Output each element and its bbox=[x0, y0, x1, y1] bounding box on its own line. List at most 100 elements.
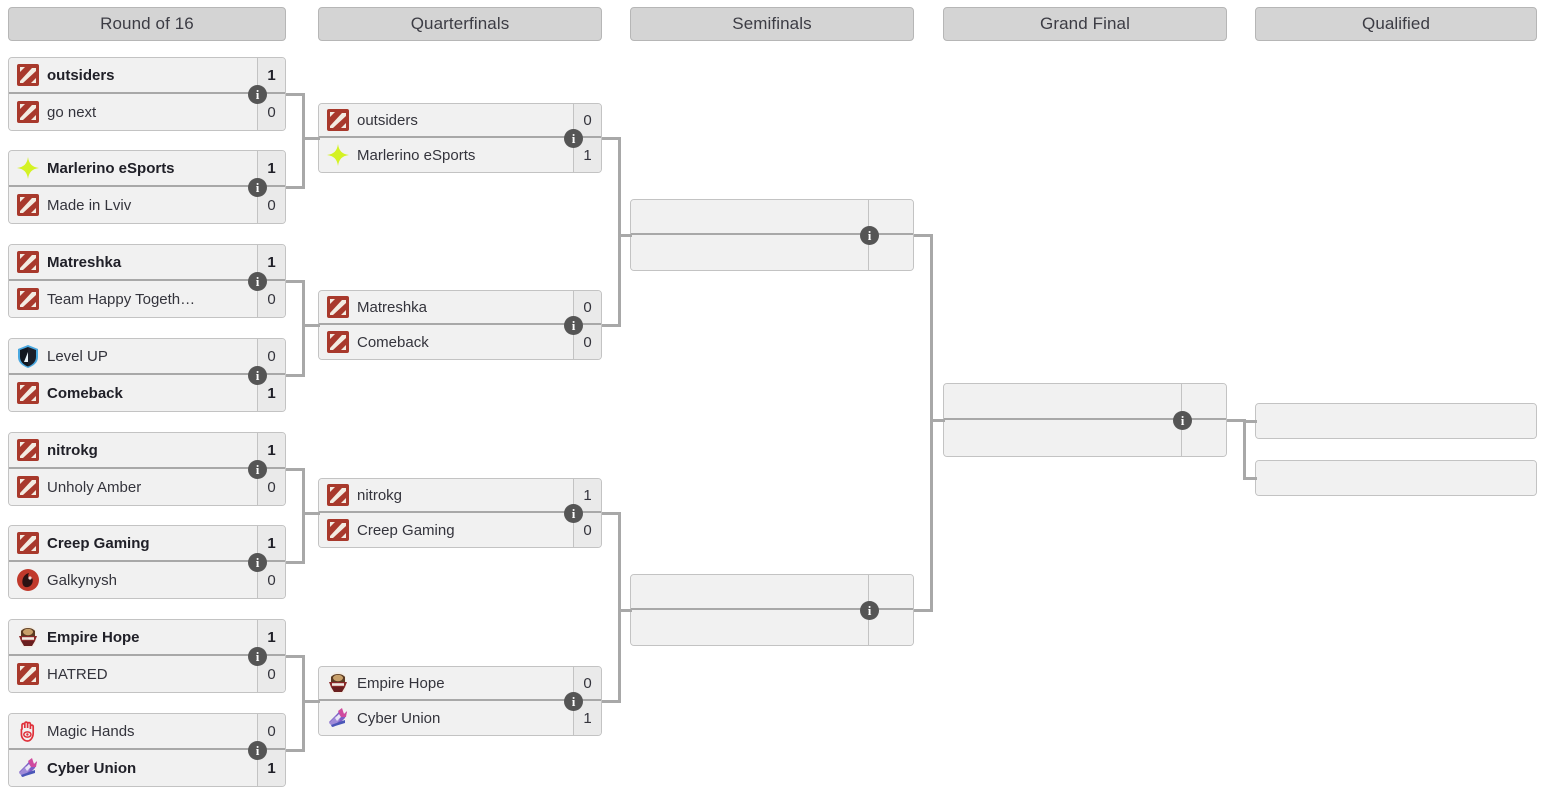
match-info-icon[interactable]: i bbox=[564, 128, 583, 148]
connector-line bbox=[302, 699, 320, 703]
team-logo bbox=[9, 151, 47, 185]
team-logo bbox=[9, 526, 47, 560]
match-info-icon[interactable]: i bbox=[248, 365, 267, 385]
team-name: Empire Hope bbox=[357, 674, 445, 692]
team-logo bbox=[9, 245, 47, 279]
team-logo bbox=[9, 187, 47, 223]
team-row[interactable] bbox=[1256, 461, 1536, 495]
team-row[interactable]: Marlerino eSports 1 bbox=[9, 151, 285, 187]
match-quarterfinal-1[interactable]: outsiders 0 Marlerino eSports 1 bbox=[318, 103, 602, 173]
match-info-icon[interactable]: i bbox=[564, 691, 583, 711]
team-name: Empire Hope bbox=[47, 628, 140, 646]
team-row[interactable]: Galkynysh 0 bbox=[9, 562, 285, 598]
match-info-icon[interactable]: i bbox=[248, 740, 267, 760]
team-logo bbox=[319, 479, 357, 511]
team-name: Level UP bbox=[47, 347, 108, 365]
dota-icon bbox=[15, 99, 41, 125]
team-row[interactable]: Comeback 0 bbox=[319, 325, 601, 359]
team-logo bbox=[319, 325, 357, 359]
team-row[interactable]: Made in Lviv 0 bbox=[9, 187, 285, 223]
match-info-icon[interactable]: i bbox=[1173, 410, 1192, 430]
team-logo bbox=[9, 433, 47, 467]
connector-line bbox=[1243, 419, 1257, 423]
round-header-3: Semifinals bbox=[630, 7, 914, 41]
qualified-slot-2[interactable] bbox=[1255, 460, 1537, 496]
dota-icon bbox=[325, 517, 351, 543]
team-row[interactable]: Creep Gaming 0 bbox=[319, 513, 601, 547]
connector-line bbox=[1243, 419, 1246, 480]
match-info-icon[interactable]: i bbox=[248, 177, 267, 197]
match-info-icon[interactable]: i bbox=[564, 503, 583, 523]
team-logo bbox=[9, 656, 47, 692]
team-row[interactable]: go next 0 bbox=[9, 94, 285, 130]
connector-line bbox=[302, 511, 320, 515]
team-row[interactable]: outsiders 0 bbox=[319, 104, 601, 138]
match-info-icon[interactable]: i bbox=[248, 552, 267, 572]
connector-line bbox=[302, 92, 305, 189]
match-round16-1[interactable]: outsiders 1 go next 0 bbox=[8, 57, 286, 131]
team-name: Matreshka bbox=[357, 298, 428, 316]
team-logo bbox=[319, 291, 357, 323]
team-row[interactable]: Magic Hands 0 bbox=[9, 714, 285, 750]
team-row[interactable]: HATRED 0 bbox=[9, 656, 285, 692]
team-name: HATRED bbox=[47, 665, 108, 683]
dota-icon bbox=[15, 286, 41, 312]
match-round16-8[interactable]: Magic Hands 0 Cyber Union 1 bbox=[8, 713, 286, 787]
team-logo bbox=[319, 513, 357, 547]
team-name: Comeback bbox=[357, 333, 429, 351]
team-name: Cyber Union bbox=[357, 709, 441, 727]
team-row[interactable]: Empire Hope 1 bbox=[9, 620, 285, 656]
match-info-icon[interactable]: i bbox=[860, 600, 879, 620]
team-row[interactable]: Unholy Amber 0 bbox=[9, 469, 285, 505]
connector-line bbox=[618, 136, 621, 327]
match-info-icon[interactable]: i bbox=[248, 646, 267, 666]
connector-line bbox=[302, 467, 305, 564]
team-row[interactable]: nitrokg 1 bbox=[319, 479, 601, 513]
team-logo bbox=[9, 714, 47, 748]
dota-icon bbox=[325, 482, 351, 508]
team-row[interactable]: Cyber Union 1 bbox=[319, 701, 601, 735]
team-row[interactable]: Cyber Union 1 bbox=[9, 750, 285, 786]
match-round16-6[interactable]: Creep Gaming 1 Galkynysh 0 bbox=[8, 525, 286, 599]
levelup-icon bbox=[15, 343, 41, 369]
match-info-icon[interactable]: i bbox=[248, 459, 267, 479]
team-row[interactable]: Team Happy Togeth… 0 bbox=[9, 281, 285, 317]
match-round16-5[interactable]: nitrokg 1 Unholy Amber 0 bbox=[8, 432, 286, 506]
team-row[interactable]: nitrokg 1 bbox=[9, 433, 285, 469]
team-name: Matreshka bbox=[47, 253, 122, 271]
connector-line bbox=[302, 323, 320, 327]
dota-icon bbox=[15, 474, 41, 500]
qualified-slot-1[interactable] bbox=[1255, 403, 1537, 439]
match-quarterfinal-3[interactable]: nitrokg 1 Creep Gaming 0 bbox=[318, 478, 602, 548]
dota-icon bbox=[15, 249, 41, 275]
dota-icon bbox=[15, 437, 41, 463]
match-round16-7[interactable]: Empire Hope 1 HATRED 0 bbox=[8, 619, 286, 693]
team-row[interactable]: Creep Gaming 1 bbox=[9, 526, 285, 562]
team-row[interactable]: Matreshka 1 bbox=[9, 245, 285, 281]
match-round16-2[interactable]: Marlerino eSports 1 Made in Lviv 0 bbox=[8, 150, 286, 224]
match-info-icon[interactable]: i bbox=[248, 271, 267, 291]
team-logo bbox=[9, 562, 47, 598]
cyberunion-icon bbox=[325, 705, 351, 731]
match-quarterfinal-2[interactable]: Matreshka 0 Comeback 0 bbox=[318, 290, 602, 360]
team-row[interactable] bbox=[1256, 404, 1536, 438]
match-info-icon[interactable]: i bbox=[564, 315, 583, 335]
match-round16-4[interactable]: Level UP 0 Comeback 1 bbox=[8, 338, 286, 412]
round-header-label: Round of 16 bbox=[100, 14, 194, 33]
team-logo bbox=[9, 339, 47, 373]
team-name: Marlerino eSports bbox=[47, 159, 175, 177]
team-logo bbox=[319, 104, 357, 136]
team-row[interactable]: Marlerino eSports 1 bbox=[319, 138, 601, 172]
team-row[interactable]: Empire Hope 0 bbox=[319, 667, 601, 701]
team-row[interactable]: Comeback 1 bbox=[9, 375, 285, 411]
match-info-icon[interactable]: i bbox=[248, 84, 267, 104]
connector-line bbox=[930, 233, 933, 612]
match-info-icon[interactable]: i bbox=[860, 225, 879, 245]
team-row[interactable]: Matreshka 0 bbox=[319, 291, 601, 325]
match-quarterfinal-4[interactable]: Empire Hope 0 Cyber Union 1 bbox=[318, 666, 602, 736]
team-row[interactable]: outsiders 1 bbox=[9, 58, 285, 94]
match-round16-3[interactable]: Matreshka 1 Team Happy Togeth… 0 bbox=[8, 244, 286, 318]
team-name: Cyber Union bbox=[47, 759, 137, 777]
dota-icon bbox=[325, 107, 351, 133]
team-row[interactable]: Level UP 0 bbox=[9, 339, 285, 375]
